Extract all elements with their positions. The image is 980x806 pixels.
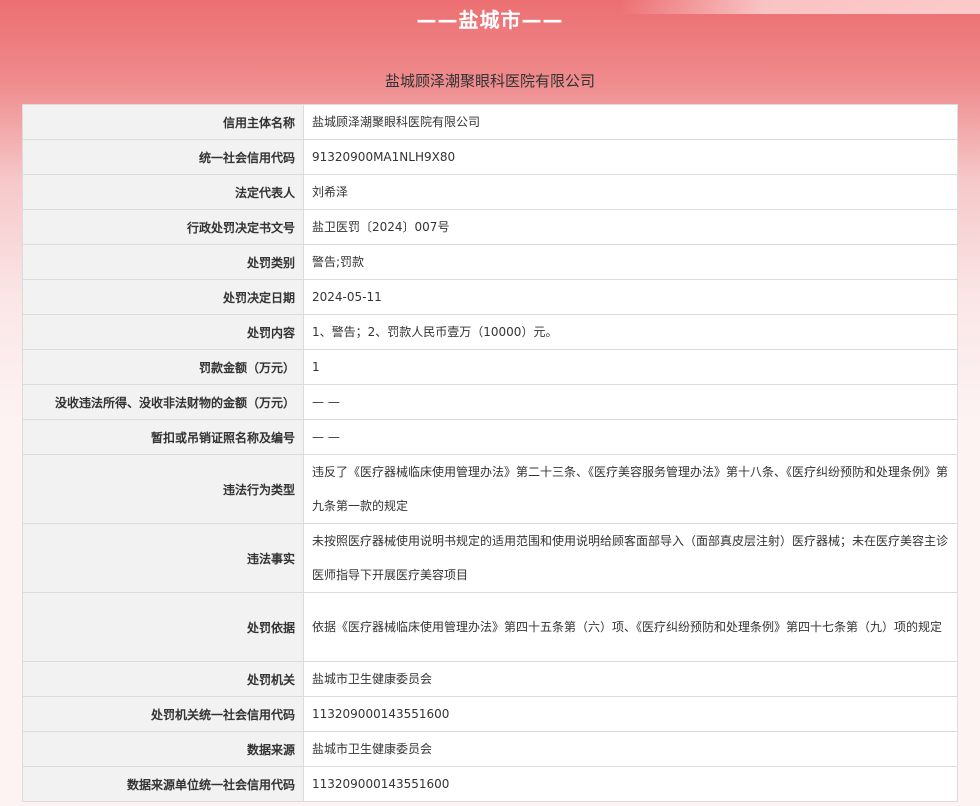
row-label: 违法行为类型 bbox=[22, 454, 304, 524]
row-value: 2024-05-11 bbox=[303, 279, 958, 315]
row-value: 盐城市卫生健康委员会 bbox=[303, 661, 958, 697]
row-value: 91320900MA1NLH9X80 bbox=[303, 139, 958, 175]
table-row: 法定代表人 刘希泽 bbox=[22, 174, 958, 210]
row-value: 1、警告；2、罚款人民币壹万（10000）元。 bbox=[303, 314, 958, 350]
table-row: 处罚机关统一社会信用代码 113209000143551600 bbox=[22, 696, 958, 732]
row-value: — — bbox=[303, 419, 958, 455]
table-row: 数据来源单位统一社会信用代码 113209000143551600 bbox=[22, 766, 958, 802]
row-label: 数据来源单位统一社会信用代码 bbox=[22, 766, 304, 802]
row-value: 刘希泽 bbox=[303, 174, 958, 210]
table-row: 行政处罚决定书文号 盐卫医罚〔2024〕007号 bbox=[22, 209, 958, 245]
row-label: 处罚决定日期 bbox=[22, 279, 304, 315]
city-title: ——盐城市—— bbox=[416, 8, 564, 32]
row-label: 处罚机关统一社会信用代码 bbox=[22, 696, 304, 732]
table-row: 处罚机关 盐城市卫生健康委员会 bbox=[22, 661, 958, 697]
row-value: 盐卫医罚〔2024〕007号 bbox=[303, 209, 958, 245]
row-value: 1 bbox=[303, 349, 958, 385]
table-row: 处罚内容 1、警告；2、罚款人民币壹万（10000）元。 bbox=[22, 314, 958, 350]
row-label: 行政处罚决定书文号 bbox=[22, 209, 304, 245]
row-label: 统一社会信用代码 bbox=[22, 139, 304, 175]
row-value: 依据《医疗器械临床使用管理办法》第四十五条第（六）项、《医疗纠纷预防和处理条例》… bbox=[303, 592, 958, 662]
table-row: 没收违法所得、没收非法财物的金额（万元） — — bbox=[22, 384, 958, 420]
table-row: 处罚决定日期 2024-05-11 bbox=[22, 279, 958, 315]
row-label: 处罚类别 bbox=[22, 244, 304, 280]
row-value: 113209000143551600 bbox=[303, 696, 958, 732]
table-row: 数据来源 盐城市卫生健康委员会 bbox=[22, 731, 958, 767]
table-row: 统一社会信用代码 91320900MA1NLH9X80 bbox=[22, 139, 958, 175]
row-label: 罚款金额（万元） bbox=[22, 349, 304, 385]
penalty-info-table: 信用主体名称 盐城顾泽潮聚眼科医院有限公司 统一社会信用代码 91320900M… bbox=[22, 104, 958, 802]
row-label: 违法事实 bbox=[22, 523, 304, 593]
row-value: 盐城市卫生健康委员会 bbox=[303, 731, 958, 767]
row-label: 没收违法所得、没收非法财物的金额（万元） bbox=[22, 384, 304, 420]
table-row: 违法事实 未按照医疗器械使用说明书规定的适用范围和使用说明给顾客面部导入（面部真… bbox=[22, 523, 958, 593]
row-label: 处罚机关 bbox=[22, 661, 304, 697]
row-value: — — bbox=[303, 384, 958, 420]
table-row: 处罚类别 警告;罚款 bbox=[22, 244, 958, 280]
row-value: 警告;罚款 bbox=[303, 244, 958, 280]
row-label: 法定代表人 bbox=[22, 174, 304, 210]
row-label: 信用主体名称 bbox=[22, 104, 304, 140]
row-label: 处罚内容 bbox=[22, 314, 304, 350]
row-label: 数据来源 bbox=[22, 731, 304, 767]
table-row: 暂扣或吊销证照名称及编号 — — bbox=[22, 419, 958, 455]
row-label: 暂扣或吊销证照名称及编号 bbox=[22, 419, 304, 455]
table-row: 违法行为类型 违反了《医疗器械临床使用管理办法》第二十三条、《医疗美容服务管理办… bbox=[22, 454, 958, 524]
row-value: 盐城顾泽潮聚眼科医院有限公司 bbox=[303, 104, 958, 140]
row-label: 处罚依据 bbox=[22, 592, 304, 662]
table-row: 信用主体名称 盐城顾泽潮聚眼科医院有限公司 bbox=[22, 104, 958, 140]
company-title: 盐城顾泽潮聚眼科医院有限公司 bbox=[384, 72, 595, 90]
row-value: 违反了《医疗器械临床使用管理办法》第二十三条、《医疗美容服务管理办法》第十八条、… bbox=[303, 454, 958, 524]
row-value: 未按照医疗器械使用说明书规定的适用范围和使用说明给顾客面部导入（面部真皮层注射）… bbox=[303, 523, 958, 593]
table-row: 罚款金额（万元） 1 bbox=[22, 349, 958, 385]
row-value: 113209000143551600 bbox=[303, 766, 958, 802]
table-row: 处罚依据 依据《医疗器械临床使用管理办法》第四十五条第（六）项、《医疗纠纷预防和… bbox=[22, 592, 958, 662]
